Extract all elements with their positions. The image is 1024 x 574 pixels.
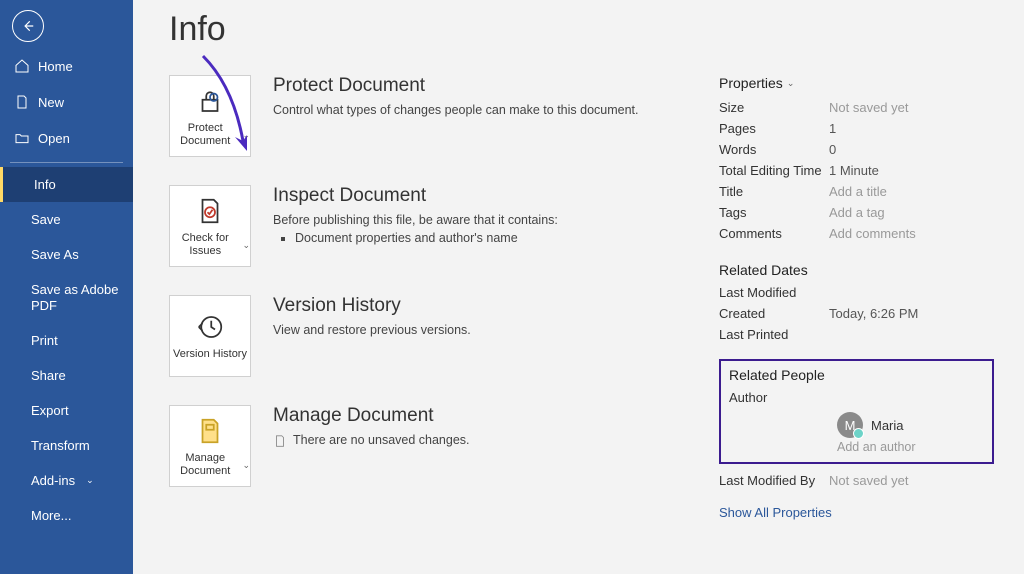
history-icon — [195, 310, 225, 344]
sidebar-item-label: Info — [34, 177, 56, 192]
inspect-icon — [195, 194, 225, 228]
open-icon — [14, 130, 30, 146]
check-for-issues-button[interactable]: Check for Issues⌄ — [169, 185, 251, 267]
prop-title[interactable]: TitleAdd a title — [719, 181, 994, 202]
sidebar-item-save[interactable]: Save — [0, 202, 133, 237]
backstage-sidebar: Home New Open Info Save Save As Save as … — [0, 0, 133, 574]
tile-label: Check for Issues — [170, 232, 240, 258]
sidebar-item-home[interactable]: Home — [0, 48, 133, 84]
sidebar-item-save-as[interactable]: Save As — [0, 237, 133, 272]
prop-created: CreatedToday, 6:26 PM — [719, 303, 994, 324]
manage-icon — [195, 414, 225, 448]
section-body: Inspect Document Before publishing this … — [273, 185, 558, 267]
sidebar-item-label: Open — [38, 131, 70, 146]
sidebar-item-share[interactable]: Share — [0, 358, 133, 393]
related-people-heading: Related People — [729, 367, 984, 383]
sidebar-item-save-adobe-pdf[interactable]: Save as Adobe PDF — [0, 272, 133, 323]
sidebar-item-more[interactable]: More... — [0, 498, 133, 533]
chevron-down-icon: ⌄ — [242, 460, 250, 471]
prop-last-modified: Last Modified — [719, 282, 994, 303]
author-avatar: M — [837, 412, 863, 438]
section-protect: Protect Document⌄ Protect Document Contr… — [169, 75, 709, 157]
prop-pages: Pages1 — [719, 118, 994, 139]
properties-heading: Properties — [719, 75, 783, 91]
chevron-down-icon: ⌄ — [787, 78, 795, 89]
sidebar-item-label: Save As — [31, 247, 79, 262]
prop-total-editing-time: Total Editing Time1 Minute — [719, 160, 994, 181]
section-version: Version History Version History View and… — [169, 295, 709, 377]
prop-author: Author — [729, 387, 984, 408]
prop-tags[interactable]: TagsAdd a tag — [719, 202, 994, 223]
page-title: Info — [169, 10, 994, 49]
section-heading: Protect Document — [273, 75, 639, 97]
sidebar-item-label: Home — [38, 59, 73, 74]
prop-size: SizeNot saved yet — [719, 97, 994, 118]
prop-last-modified-by: Last Modified ByNot saved yet — [719, 470, 994, 491]
section-heading: Manage Document — [273, 405, 470, 427]
app-root: Home New Open Info Save Save As Save as … — [0, 0, 1024, 574]
section-body: Manage Document There are no unsaved cha… — [273, 405, 470, 487]
sidebar-item-label: Save as Adobe PDF — [31, 282, 119, 313]
sidebar-item-print[interactable]: Print — [0, 323, 133, 358]
main-content: Info Protect Document⌄ Protect Document … — [133, 0, 1024, 574]
properties-panel: Properties ⌄ SizeNot saved yet Pages1 Wo… — [709, 75, 994, 520]
sidebar-item-new[interactable]: New — [0, 84, 133, 120]
section-inspect: Check for Issues⌄ Inspect Document Befor… — [169, 185, 709, 267]
properties-dropdown[interactable]: Properties ⌄ — [719, 75, 994, 91]
section-heading: Version History — [273, 295, 471, 317]
content-row: Protect Document⌄ Protect Document Contr… — [169, 75, 994, 520]
sidebar-item-label: Print — [31, 333, 58, 348]
back-arrow-icon — [21, 19, 35, 33]
tile-label: Protect Document — [170, 122, 240, 148]
tile-label: Manage Document — [170, 452, 240, 478]
related-people-highlight: Related People Author M Maria Add an aut… — [719, 359, 994, 464]
sidebar-item-label: Share — [31, 368, 66, 383]
section-desc: Before publishing this file, be aware th… — [273, 213, 558, 227]
section-body: Version History View and restore previou… — [273, 295, 471, 377]
new-icon — [14, 94, 30, 110]
section-desc: View and restore previous versions. — [273, 323, 471, 337]
author-entry[interactable]: M Maria — [837, 412, 984, 438]
related-dates-heading: Related Dates — [719, 262, 994, 278]
prop-last-printed: Last Printed — [719, 324, 994, 345]
sidebar-item-label: More... — [31, 508, 71, 523]
sidebar-item-export[interactable]: Export — [0, 393, 133, 428]
manage-document-button[interactable]: Manage Document⌄ — [169, 405, 251, 487]
protect-document-button[interactable]: Protect Document⌄ — [169, 75, 251, 157]
show-all-properties-link[interactable]: Show All Properties — [719, 505, 994, 520]
version-history-button[interactable]: Version History — [169, 295, 251, 377]
back-button[interactable] — [12, 10, 44, 42]
section-manage: Manage Document⌄ Manage Document There a… — [169, 405, 709, 487]
section-body: Protect Document Control what types of c… — [273, 75, 639, 157]
sidebar-item-label: Transform — [31, 438, 90, 453]
info-sections: Protect Document⌄ Protect Document Contr… — [169, 75, 709, 520]
sidebar-item-addins[interactable]: Add-ins ⌄ — [0, 463, 133, 498]
lock-icon — [195, 84, 225, 118]
prop-words: Words0 — [719, 139, 994, 160]
section-heading: Inspect Document — [273, 185, 558, 207]
sidebar-item-label: Export — [31, 403, 69, 418]
chevron-down-icon: ⌄ — [86, 475, 94, 486]
sidebar-divider — [10, 162, 123, 163]
inspect-bullet: Document properties and author's name — [295, 231, 558, 245]
sidebar-item-label: New — [38, 95, 64, 110]
document-icon — [273, 434, 287, 448]
sidebar-item-open[interactable]: Open — [0, 120, 133, 156]
tile-label: Version History — [173, 348, 247, 361]
section-desc: There are no unsaved changes. — [293, 433, 470, 447]
chevron-down-icon: ⌄ — [242, 240, 250, 251]
home-icon — [14, 58, 30, 74]
sidebar-item-label: Add-ins — [31, 473, 75, 488]
sidebar-item-label: Save — [31, 212, 61, 227]
sidebar-item-info[interactable]: Info — [0, 167, 133, 202]
prop-comments[interactable]: CommentsAdd comments — [719, 223, 994, 244]
section-desc: Control what types of changes people can… — [273, 103, 639, 117]
add-author-link[interactable]: Add an author — [837, 440, 984, 454]
chevron-down-icon: ⌄ — [242, 130, 250, 141]
author-name: Maria — [871, 418, 904, 433]
sidebar-item-transform[interactable]: Transform — [0, 428, 133, 463]
